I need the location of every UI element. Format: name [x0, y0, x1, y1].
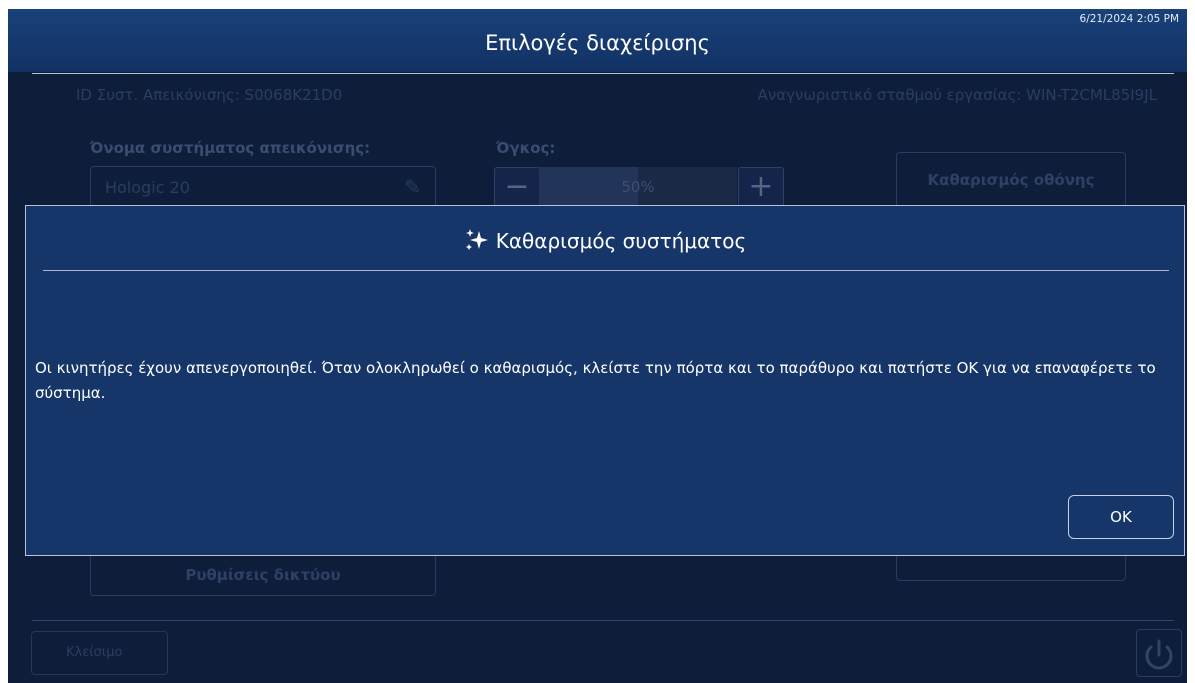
workstation-id-text: Αναγνωριστικό σταθμού εργασίας: WIN-T2CM…	[757, 86, 1157, 104]
ok-button[interactable]: OK	[1068, 495, 1174, 539]
power-icon	[1145, 639, 1173, 670]
header-divider	[32, 73, 1174, 74]
power-button[interactable]	[1136, 629, 1182, 677]
system-id-text: ID Συστ. Απεικόνισης: S0068K21D0	[76, 86, 343, 104]
clean-screen-button[interactable]: Καθαρισμός οθόνης	[896, 152, 1126, 208]
plus-icon[interactable]: +	[738, 167, 784, 209]
system-cleaning-dialog: Καθαρισμός συστήματος Οι κινητήρες έχουν…	[25, 205, 1185, 556]
volume-slider[interactable]: 50%	[539, 167, 737, 207]
volume-value: 50%	[621, 178, 655, 196]
system-name-field[interactable]: Hologic 20 ✎	[90, 166, 436, 210]
system-name-label: Όνομα συστήματος απεικόνισης:	[90, 139, 371, 157]
dialog-divider	[43, 270, 1169, 271]
secondary-right-button[interactable]	[896, 554, 1126, 581]
volume-label: Όγκος:	[496, 139, 556, 157]
minus-icon[interactable]: −	[494, 167, 540, 209]
close-button[interactable]: Κλείσιμο	[31, 631, 168, 675]
dialog-title-text: Καθαρισμός συστήματος	[495, 229, 747, 253]
system-name-value: Hologic 20	[105, 178, 190, 197]
footer-divider	[32, 620, 1174, 621]
timestamp: 6/21/2024 2:05 PM	[1079, 13, 1179, 25]
dialog-title: Καθαρισμός συστήματος	[26, 227, 1184, 253]
page-title: Επιλογές διαχείρισης	[485, 31, 710, 55]
pencil-icon[interactable]: ✎	[404, 175, 421, 199]
header-bar: Επιλογές διαχείρισης 6/21/2024 2:05 PM	[8, 9, 1187, 72]
dialog-message: Οι κινητήρες έχουν απενεργοποιηθεί. Όταν…	[35, 359, 1156, 402]
network-settings-button[interactable]: Ρυθμίσεις δικτύου	[90, 554, 436, 596]
sparkle-icon	[465, 229, 488, 250]
